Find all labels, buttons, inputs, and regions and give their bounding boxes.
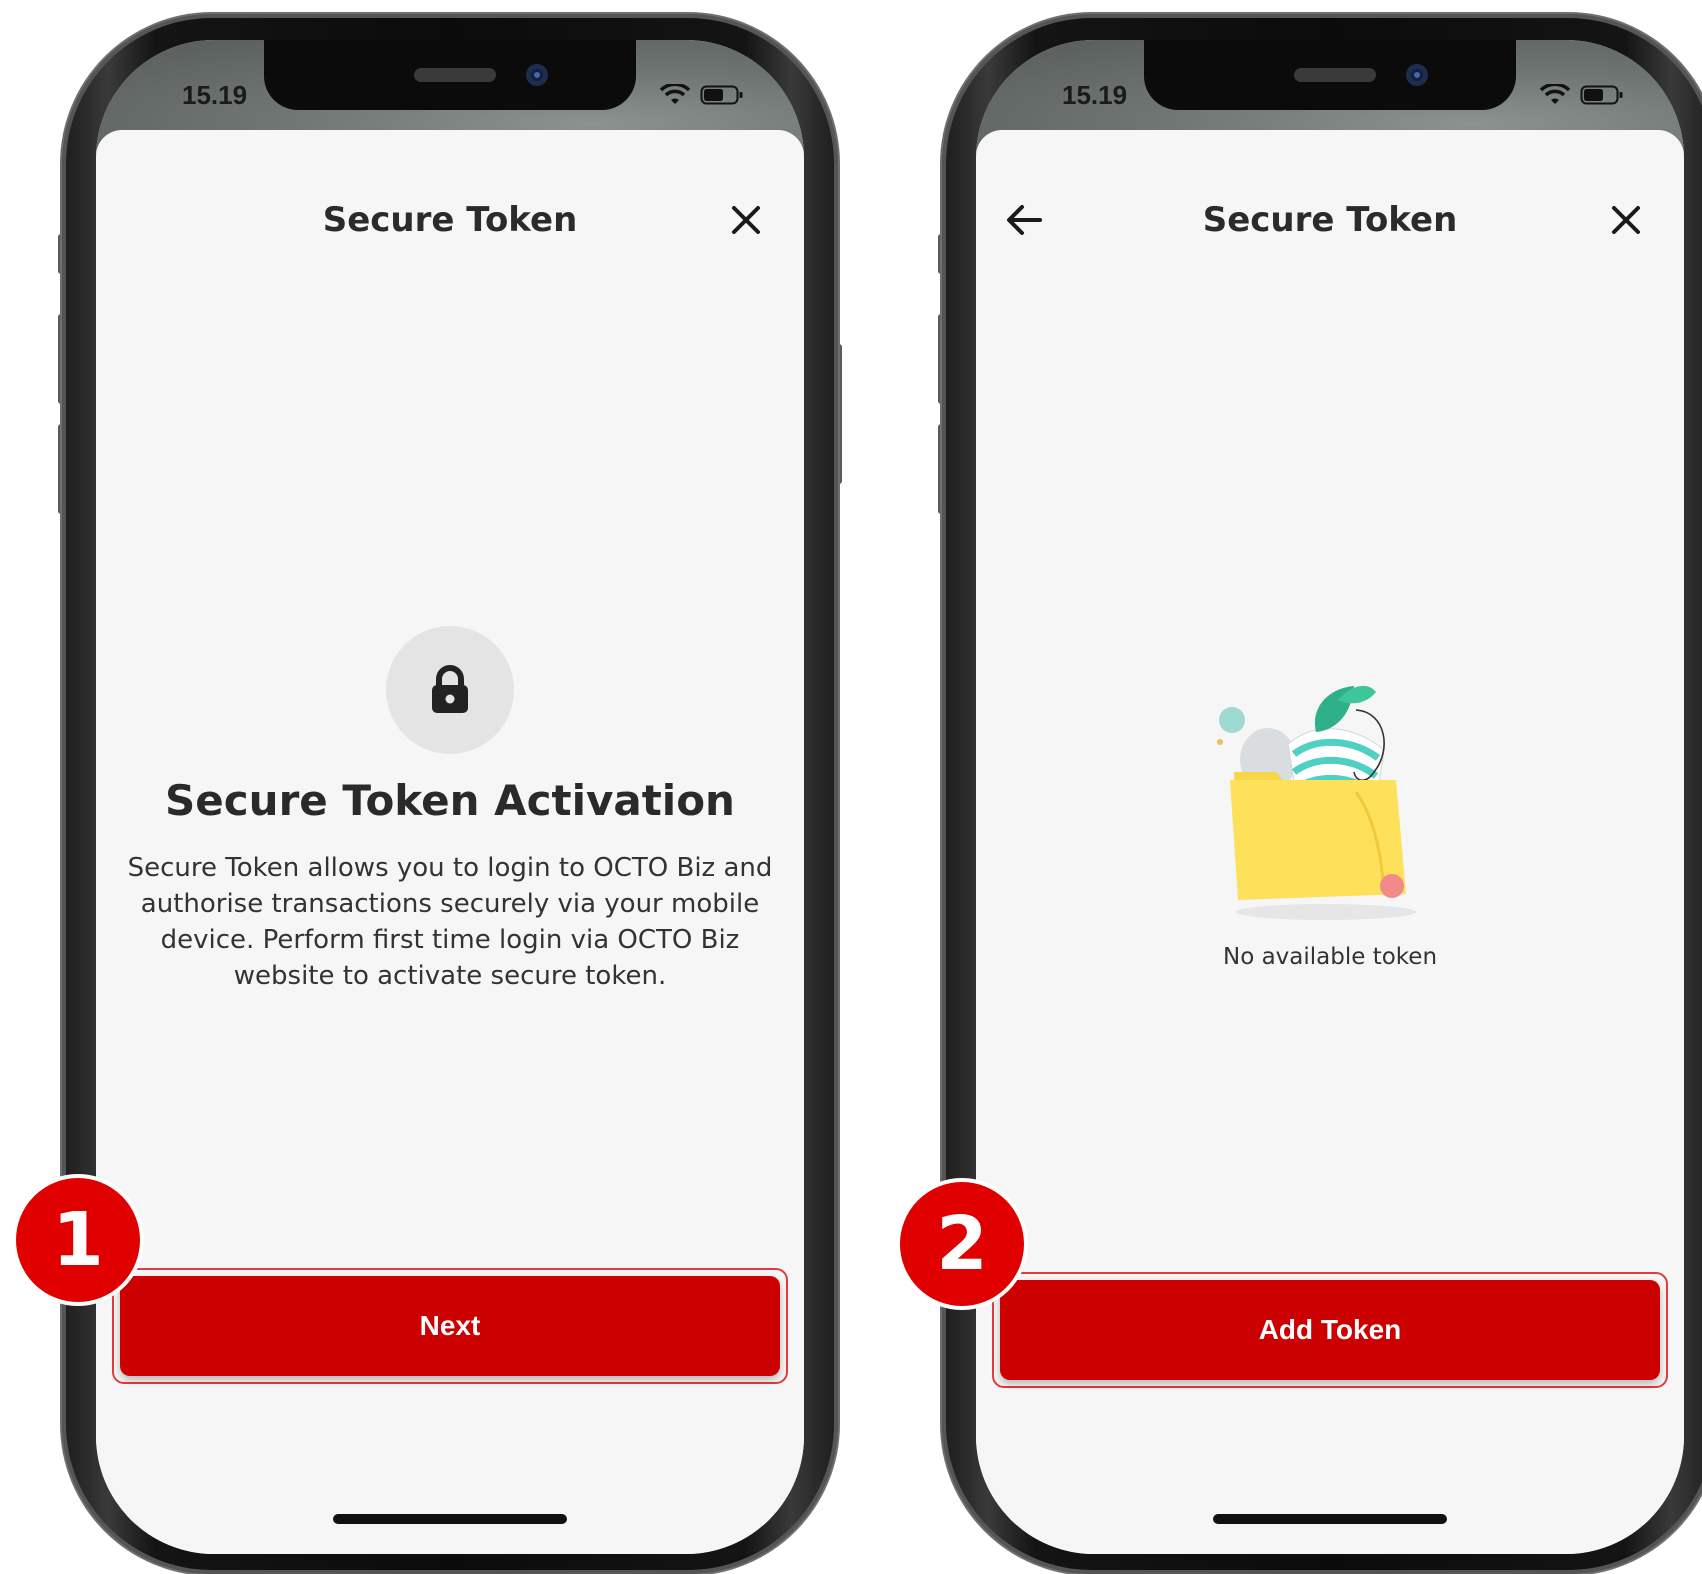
- modal-sheet: Secure Token No available token Add Toke…: [976, 130, 1684, 1554]
- phone-screen: 15.19 Secure Token: [96, 40, 804, 1554]
- wifi-icon: [1540, 84, 1570, 104]
- speaker-grille: [1294, 68, 1376, 82]
- activation-description: Secure Token allows you to login to OCTO…: [127, 853, 773, 991]
- step-badge-2: 2: [896, 1178, 1028, 1310]
- notch: [264, 40, 636, 110]
- lock-badge: [386, 626, 514, 754]
- modal-sheet: Secure Token Secure Token Activation Sec…: [96, 130, 804, 1554]
- empty-state-text: No available token: [1222, 944, 1438, 970]
- close-icon[interactable]: [1606, 200, 1646, 240]
- next-button[interactable]: Next: [120, 1276, 780, 1376]
- status-icons: [1540, 84, 1624, 106]
- speaker-grille: [414, 68, 496, 82]
- step-badge-1: 1: [12, 1174, 144, 1306]
- notch: [1144, 40, 1516, 110]
- page-title: Secure Token: [322, 200, 578, 240]
- close-icon[interactable]: [726, 200, 766, 240]
- lock-icon: [432, 665, 468, 713]
- status-time: 15.19: [182, 80, 248, 110]
- front-camera: [1406, 64, 1428, 86]
- status-icons: [660, 84, 744, 106]
- page-title: Secure Token: [1202, 200, 1458, 240]
- phone-screen: 15.19 Secure Token: [976, 40, 1684, 1554]
- activation-heading: Secure Token Activation: [165, 776, 735, 825]
- phone-mockup-1: 15.19 Secure Token Secure Token Activati…: [58, 14, 842, 1574]
- home-indicator: [333, 1514, 567, 1524]
- home-indicator: [1213, 1514, 1447, 1524]
- battery-icon: [1580, 85, 1623, 105]
- front-camera: [526, 64, 548, 86]
- add-token-button[interactable]: Add Token: [1000, 1280, 1660, 1380]
- wifi-icon: [660, 84, 690, 104]
- status-time: 15.19: [1062, 80, 1128, 110]
- phone-mockup-2: 15.19 Secure Token No available token Ad…: [938, 14, 1702, 1574]
- folder-illustration: [1217, 685, 1416, 920]
- battery-icon: [700, 85, 743, 105]
